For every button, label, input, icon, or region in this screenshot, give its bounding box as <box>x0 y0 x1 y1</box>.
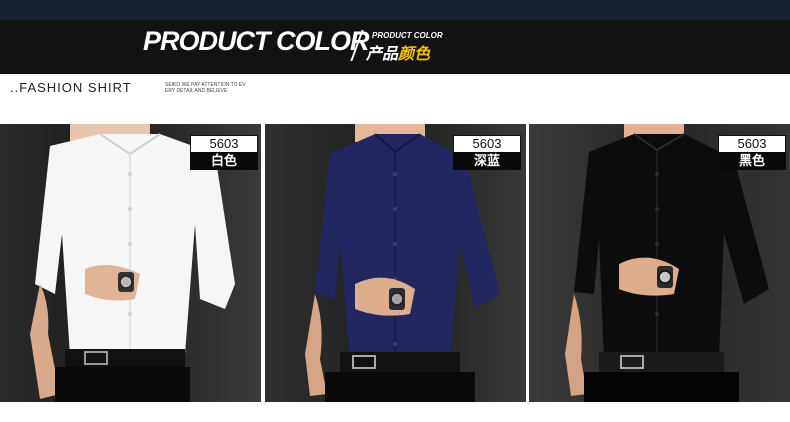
product-code: 5603 <box>190 135 258 153</box>
product-color-label: 黑色 <box>718 152 786 170</box>
top-stripe <box>0 0 790 20</box>
tagline-line-2: ERY DETAIL AND BELIEVE <box>165 88 228 94</box>
product-code: 5603 <box>453 135 521 153</box>
tagline: SEIKO WE PAY ATTENTION TO EV ERY DETAIL … <box>165 82 275 94</box>
product-card-navy[interactable]: 5603 深蓝 <box>265 124 526 402</box>
product-color-banner: PRODUCT COLOR PRODUCT COLOR 产品颜色 <box>0 20 790 74</box>
product-card-black[interactable]: 5603 黑色 <box>529 124 790 402</box>
banner-subtitle-cn-part2: 颜色 <box>398 46 431 63</box>
product-card-white[interactable]: 5603 白色 <box>0 124 261 402</box>
product-color-label: 深蓝 <box>453 152 521 170</box>
banner-title: PRODUCT COLOR <box>143 26 369 56</box>
banner-subtitle-en: PRODUCT COLOR <box>372 31 443 40</box>
product-color-label: 白色 <box>190 152 258 170</box>
product-code: 5603 <box>718 135 786 153</box>
banner-subtitle-cn-part1: 产品 <box>366 46 399 63</box>
fashion-shirt-heading: ..FASHION SHIRT <box>10 80 132 95</box>
banner-subtitle-cn: 产品颜色 <box>366 40 430 64</box>
